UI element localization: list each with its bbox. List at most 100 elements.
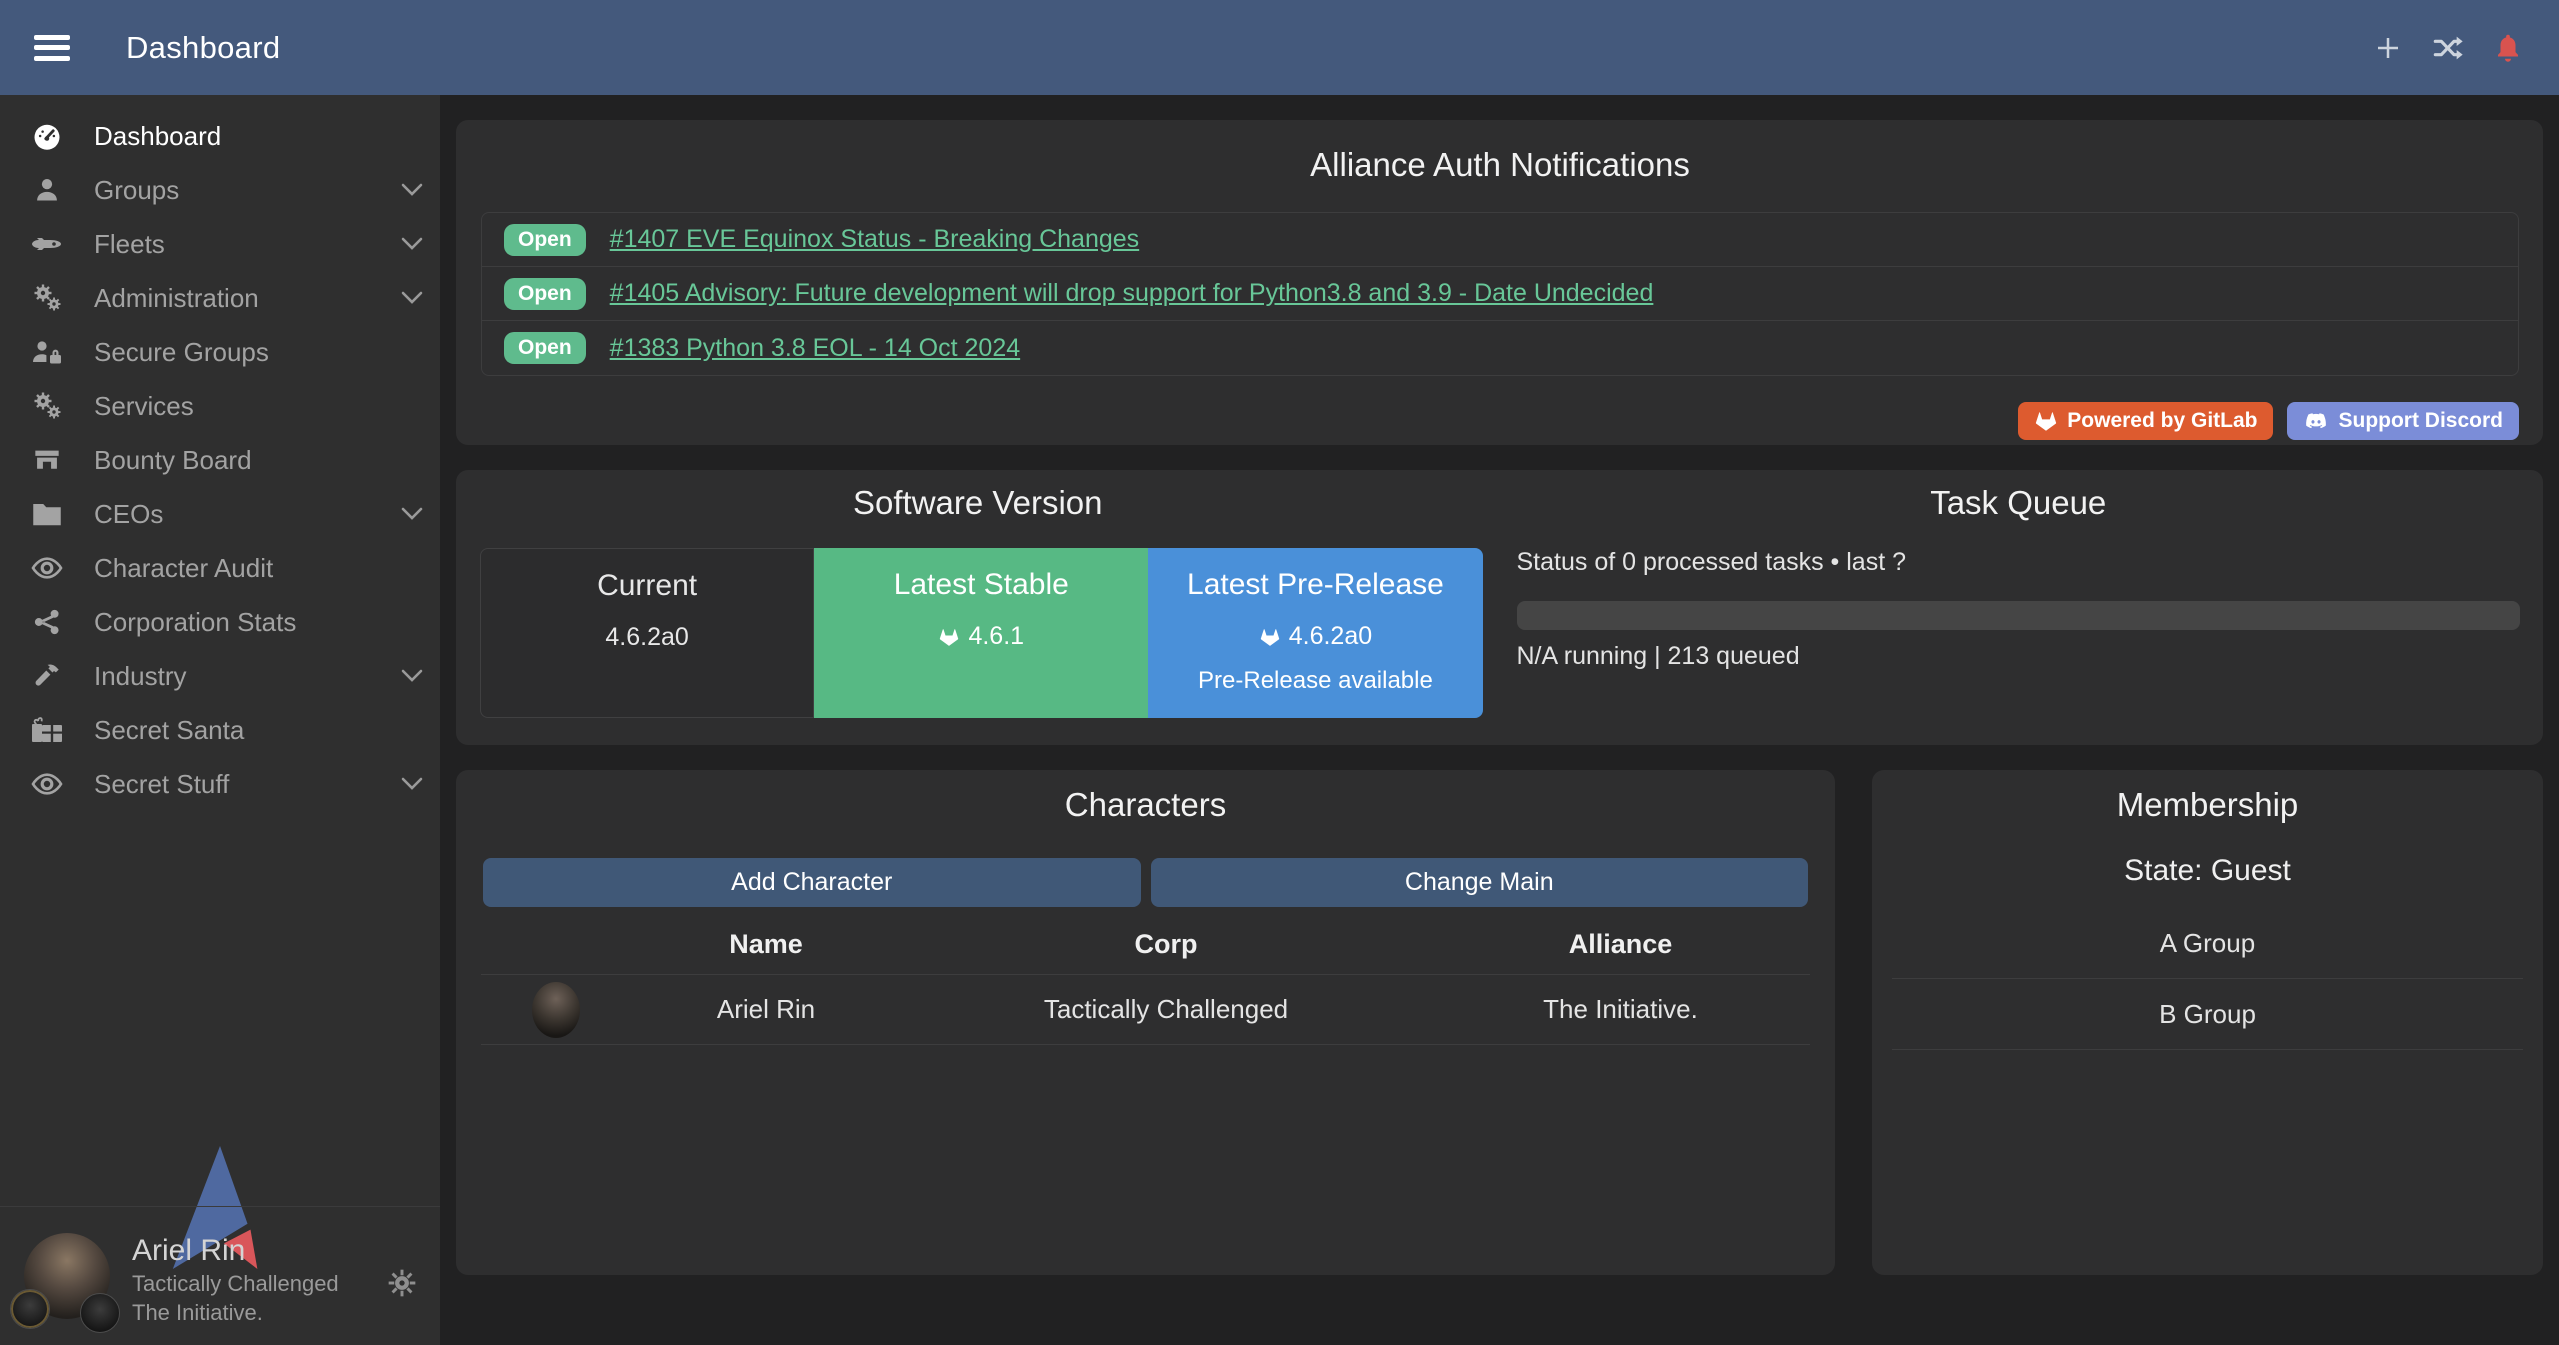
sidebar-item-character-audit[interactable]: Character Audit xyxy=(0,541,440,595)
discord-icon xyxy=(2303,410,2329,432)
sidebar-item-secret-santa[interactable]: Secret Santa xyxy=(0,703,440,757)
sidebar-item-label: Services xyxy=(94,391,194,422)
switch-character-icon[interactable] xyxy=(2431,31,2465,65)
sidebar-item-label: Secret Santa xyxy=(94,715,244,746)
status-badge: Open xyxy=(504,224,586,256)
sidebar-item-groups[interactable]: Groups xyxy=(0,163,440,217)
gauge-icon xyxy=(30,121,64,151)
membership-title: Membership xyxy=(1892,786,2523,824)
notification-link[interactable]: #1383 Python 3.8 EOL - 14 Oct 2024 xyxy=(610,334,1020,363)
sidebar-item-fleets[interactable]: Fleets xyxy=(0,217,440,271)
alliance-auth-dashboard: Dashboard Dashboard xyxy=(0,0,2559,1345)
version-heading: Latest Stable xyxy=(814,568,1148,602)
version-heading: Current xyxy=(481,569,813,603)
corp-logo-badge xyxy=(10,1289,50,1329)
notification-item: Open #1383 Python 3.8 EOL - 14 Oct 2024 xyxy=(482,321,2518,375)
prerelease-note: Pre-Release available xyxy=(1148,667,1482,695)
chevron-down-icon xyxy=(400,182,424,198)
characters-panel: Characters Add Character Change Main Nam… xyxy=(456,770,1835,1275)
list-item-group: A Group xyxy=(1892,908,2523,979)
sidebar-nav: Dashboard Groups Fleets xyxy=(0,95,440,811)
version-heading: Latest Pre-Release xyxy=(1148,568,1482,602)
notification-link[interactable]: #1405 Advisory: Future development will … xyxy=(610,279,1654,308)
chevron-down-icon xyxy=(400,506,424,522)
page-title: Dashboard xyxy=(126,30,280,66)
version-cell-current: Current 4.6.2a0 xyxy=(480,548,814,718)
sidebar-item-bounty-board[interactable]: Bounty Board xyxy=(0,433,440,487)
discord-badge[interactable]: Support Discord xyxy=(2287,402,2519,440)
version-number: 4.6.2a0 xyxy=(605,623,688,652)
folder-icon xyxy=(30,499,64,529)
version-number[interactable]: 4.6.2a0 xyxy=(1289,622,1372,651)
sidebar-item-label: CEOs xyxy=(94,499,163,530)
software-taskqueue-panel: Software Version Current 4.6.2a0 Latest … xyxy=(456,470,2543,745)
sidebar-item-label: Character Audit xyxy=(94,553,273,584)
menu-toggle-icon[interactable] xyxy=(34,35,70,61)
notification-item: Open #1407 EVE Equinox Status - Breaking… xyxy=(482,213,2518,267)
character-portrait-thumb xyxy=(532,982,580,1038)
task-queue-title: Task Queue xyxy=(1517,484,2521,522)
sidebar-item-label: Dashboard xyxy=(94,121,221,152)
notifications-title: Alliance Auth Notifications xyxy=(481,146,2519,184)
characters-table: Name Corp Alliance Ariel Rin Tactically … xyxy=(481,919,1810,1045)
user-alliance: The Initiative. xyxy=(132,1298,339,1327)
characters-title: Characters xyxy=(481,786,1810,824)
sidebar-item-label: Bounty Board xyxy=(94,445,252,476)
sidebar-item-ceos[interactable]: CEOs xyxy=(0,487,440,541)
sidebar-item-industry[interactable]: Industry xyxy=(0,649,440,703)
gitlab-badge[interactable]: Powered by GitLab xyxy=(2018,402,2273,440)
sidebar-item-label: Fleets xyxy=(94,229,165,260)
version-cell-stable: Latest Stable 4.6.1 xyxy=(814,548,1148,718)
notification-item: Open #1405 Advisory: Future development … xyxy=(482,267,2518,321)
eye-icon xyxy=(30,553,64,583)
user-lock-icon xyxy=(30,337,64,367)
task-queue-text: N/A running | 213 queued xyxy=(1517,642,2521,671)
status-badge: Open xyxy=(504,278,586,310)
gitlab-tanuki-icon xyxy=(1259,627,1281,647)
add-character-button[interactable]: Add Character xyxy=(483,858,1141,907)
chevron-down-icon xyxy=(400,668,424,684)
version-number[interactable]: 4.6.1 xyxy=(968,622,1024,651)
chevron-down-icon xyxy=(400,236,424,252)
top-navbar: Dashboard xyxy=(0,0,2559,95)
sidebar: Dashboard Groups Fleets xyxy=(0,95,440,1345)
column-header-corp: Corp xyxy=(901,919,1431,975)
version-cells: Current 4.6.2a0 Latest Stable 4.6.1 Late… xyxy=(480,548,1483,718)
sidebar-item-label: Corporation Stats xyxy=(94,607,296,638)
shop-icon xyxy=(30,445,64,475)
version-cell-prerelease: Latest Pre-Release 4.6.2a0 Pre-Release a… xyxy=(1148,548,1482,718)
sidebar-item-label: Administration xyxy=(94,283,259,314)
sidebar-item-secret-stuff[interactable]: Secret Stuff xyxy=(0,757,440,811)
software-version-section: Software Version Current 4.6.2a0 Latest … xyxy=(456,470,1500,745)
sidebar-item-corporation-stats[interactable]: Corporation Stats xyxy=(0,595,440,649)
gitlab-tanuki-icon xyxy=(2034,410,2058,432)
group-list: A Group B Group xyxy=(1892,908,2523,1050)
sidebar-item-services[interactable]: Services xyxy=(0,379,440,433)
bottom-row: Characters Add Character Change Main Nam… xyxy=(456,770,2543,1275)
sidebar-item-label: Secure Groups xyxy=(94,337,269,368)
status-badge: Open xyxy=(504,332,586,364)
notification-link[interactable]: #1407 EVE Equinox Status - Breaking Chan… xyxy=(610,225,1140,254)
notifications-panel: Alliance Auth Notifications Open #1407 E… xyxy=(456,120,2543,445)
share-icon xyxy=(30,607,64,637)
user-info: Ariel Rin Tactically Challenged The Init… xyxy=(122,1233,339,1345)
chevron-down-icon xyxy=(400,776,424,792)
portrait-column-header xyxy=(481,919,631,975)
column-header-name: Name xyxy=(631,919,901,975)
sidebar-item-dashboard[interactable]: Dashboard xyxy=(0,109,440,163)
sidebar-item-administration[interactable]: Administration xyxy=(0,271,440,325)
user-settings-gear-icon[interactable] xyxy=(386,1267,418,1345)
gifts-icon xyxy=(30,715,64,745)
gears-icon xyxy=(30,391,64,421)
notifications-bell-icon[interactable] xyxy=(2491,31,2525,65)
characters-actions: Add Character Change Main xyxy=(481,858,1810,907)
sidebar-item-label: Secret Stuff xyxy=(94,769,229,800)
hammer-icon xyxy=(30,661,64,691)
change-main-button[interactable]: Change Main xyxy=(1151,858,1809,907)
user-icon xyxy=(30,175,64,205)
character-alliance-cell: The Initiative. xyxy=(1431,975,1810,1045)
gitlab-tanuki-icon xyxy=(938,627,960,647)
sidebar-item-secure-groups[interactable]: Secure Groups xyxy=(0,325,440,379)
add-character-icon[interactable] xyxy=(2371,31,2405,65)
user-avatar xyxy=(22,1233,122,1338)
